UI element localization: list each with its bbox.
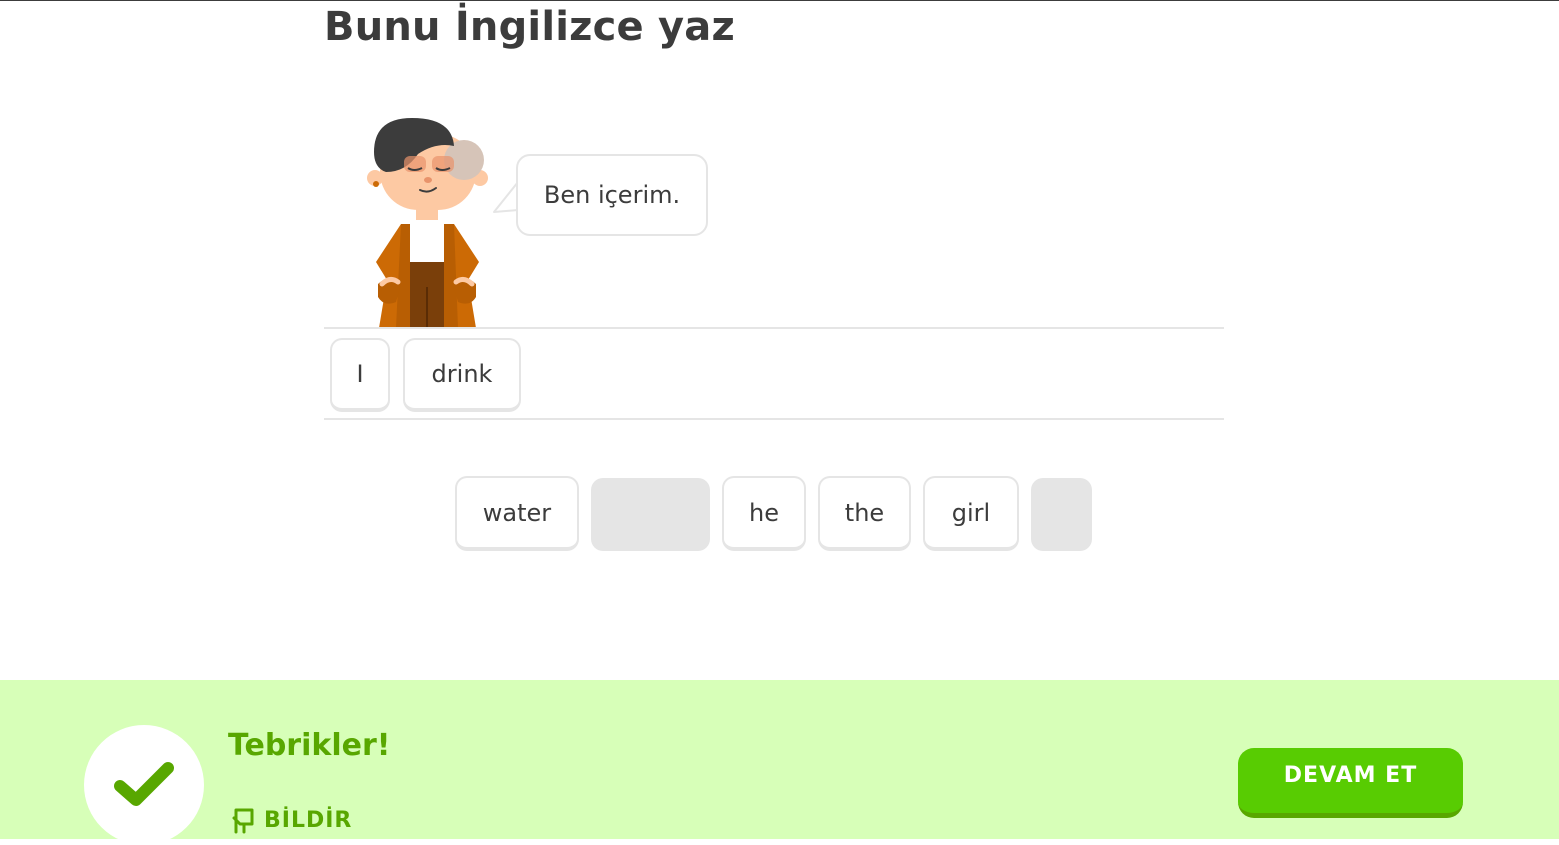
top-divider	[0, 0, 1559, 1]
word-bank-tile-girl[interactable]: girl	[923, 476, 1019, 551]
word-bank-tile-label: he	[749, 498, 779, 527]
word-bank-tile-label: the	[844, 498, 885, 527]
answer-bottom-line	[324, 418, 1224, 420]
page-title: Bunu İngilizce yaz	[324, 4, 735, 50]
word-bank-tile-label: girl	[951, 498, 991, 527]
flag-icon	[232, 808, 254, 834]
character-illustration	[367, 118, 488, 328]
speech-bubble: Ben içerim.	[516, 154, 708, 236]
prompt-sentence[interactable]: Ben içerim.	[544, 181, 680, 209]
report-label: BİLDİR	[264, 807, 353, 833]
answer-tile-label: I	[356, 360, 364, 388]
continue-button[interactable]: DEVAM ET	[1238, 748, 1463, 818]
feedback-footer: Tebrikler! BİLDİR DEVAM ET	[0, 680, 1559, 845]
answer-tile-drink[interactable]: drink	[403, 338, 521, 412]
answer-tile-label: drink	[431, 360, 493, 388]
continue-label: DEVAM ET	[1283, 762, 1418, 788]
word-bank-tile-label: water	[482, 498, 552, 527]
answer-tile-i[interactable]: I	[330, 338, 390, 412]
word-bank-tile-placeholder	[1031, 478, 1092, 551]
word-bank-tile-placeholder	[591, 478, 710, 551]
word-bank-tile-the[interactable]: the	[818, 476, 911, 551]
checkmark-icon	[114, 762, 174, 806]
feedback-message: Tebrikler!	[228, 728, 391, 763]
report-button[interactable]: BİLDİR	[230, 806, 352, 834]
word-bank-tile-water[interactable]: water	[455, 476, 579, 551]
success-badge	[84, 725, 204, 845]
word-bank-tile-he[interactable]: he	[722, 476, 806, 551]
answer-top-line	[324, 327, 1224, 329]
